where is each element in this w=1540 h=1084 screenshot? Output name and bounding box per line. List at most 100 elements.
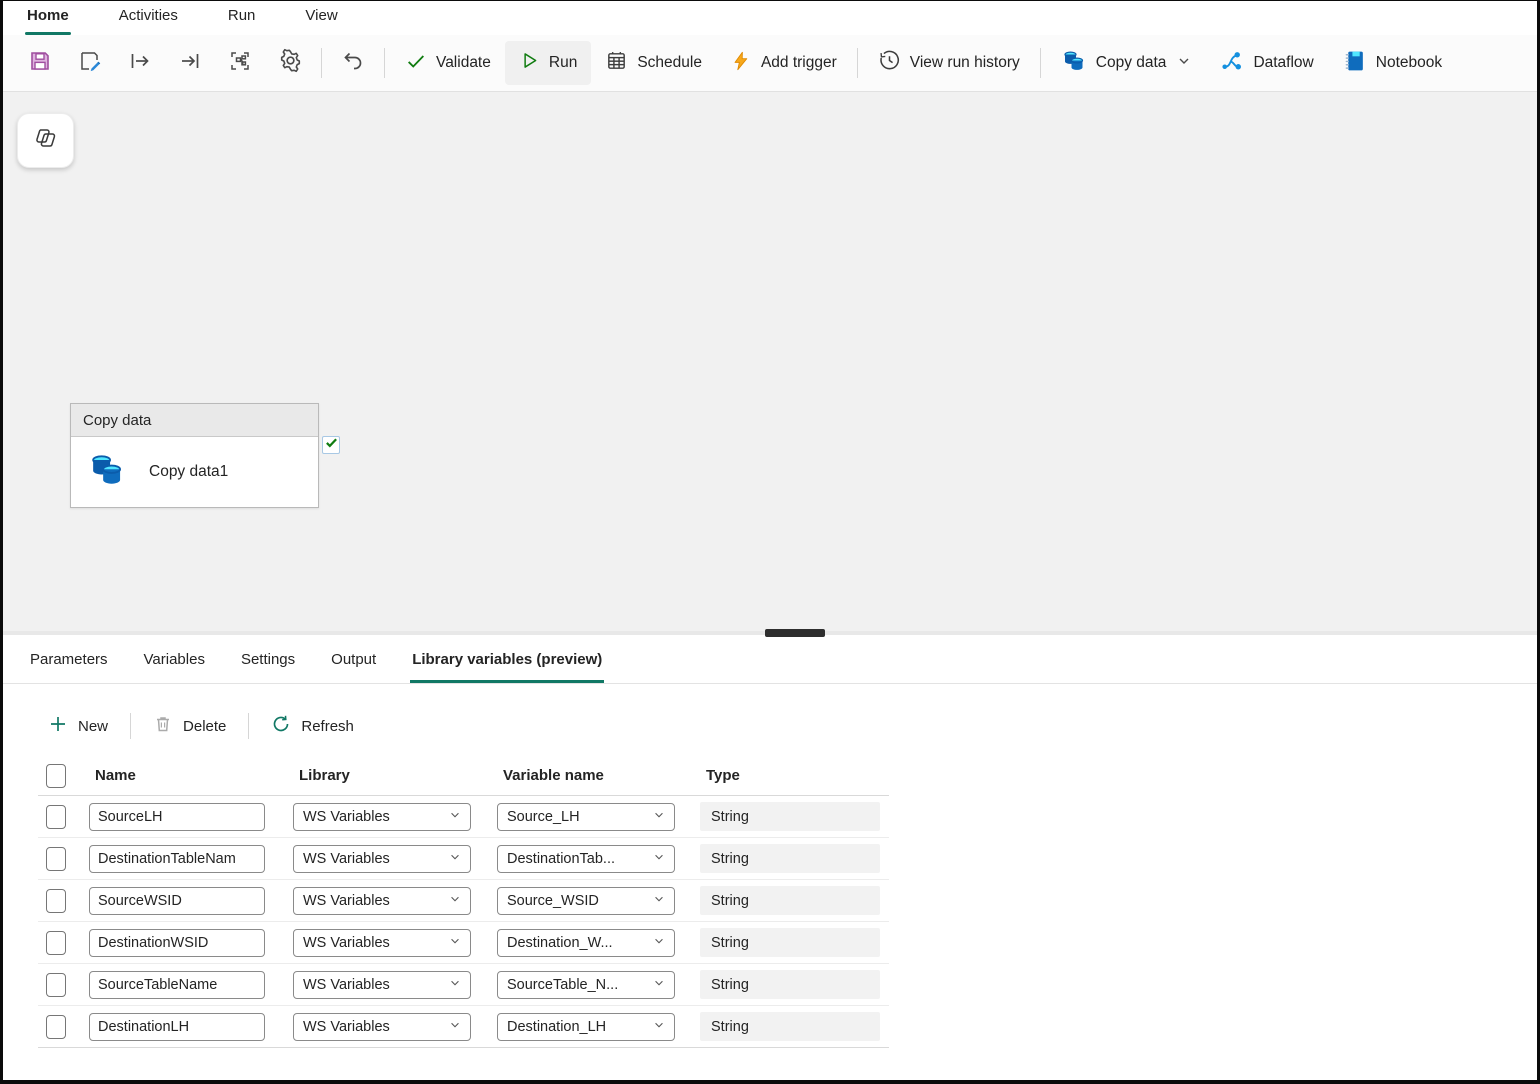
name-input[interactable]	[89, 970, 265, 999]
panel-tab-bar: Parameters Variables Settings Output Library…	[3, 635, 1537, 684]
ribbon-tab-run[interactable]: Run	[226, 5, 258, 35]
variable-name-dropdown[interactable]: Destination_LH	[497, 1012, 675, 1041]
variable-row: WS Variables Destination_W... String	[38, 922, 889, 964]
panel-tab-variables[interactable]: Variables	[142, 635, 207, 683]
copy-data-activity-card[interactable]: Copy data Copy data1	[70, 403, 319, 508]
run-button[interactable]: Run	[504, 41, 592, 85]
splitter-drag-handle[interactable]	[765, 629, 825, 637]
variable-name-dropdown[interactable]: Destination_W...	[497, 928, 675, 957]
panel-tab-parameters[interactable]: Parameters	[28, 635, 110, 683]
view-run-history-label: View run history	[909, 54, 1020, 71]
chevron-down-icon	[653, 851, 665, 867]
type-value: String	[700, 886, 880, 915]
library-dropdown[interactable]: WS Variables	[293, 970, 471, 999]
fit-to-canvas-button[interactable]	[215, 42, 265, 84]
table-header-row: Name Library Variable name Type	[38, 756, 889, 796]
library-dropdown[interactable]: WS Variables	[293, 928, 471, 957]
schedule-button[interactable]: Schedule	[591, 41, 716, 85]
panel-tab-output[interactable]: Output	[329, 635, 378, 683]
export-arrow-icon	[128, 49, 152, 78]
table-body: WS Variables Source_LH String WS Variables D…	[38, 796, 889, 1048]
refresh-button[interactable]: Refresh	[261, 710, 364, 742]
name-input[interactable]	[89, 802, 265, 831]
library-variables-table: Name Library Variable name Type WS Varia…	[38, 756, 889, 1048]
variable-name-dropdown[interactable]: Source_WSID	[497, 886, 675, 915]
variable-row: WS Variables SourceTable_N... String	[38, 964, 889, 1006]
undo-button[interactable]	[328, 42, 378, 84]
library-dropdown-value: WS Variables	[303, 850, 390, 867]
variable-name-dropdown-value: Destination_W...	[507, 934, 613, 951]
name-input[interactable]	[89, 844, 265, 873]
toolbar-divider	[856, 48, 858, 78]
activity-card-body[interactable]: Copy data1	[71, 437, 318, 507]
library-dropdown-value: WS Variables	[303, 892, 390, 909]
save-as-button[interactable]	[65, 42, 115, 84]
dataflow-button[interactable]: Dataflow	[1205, 41, 1327, 85]
delete-label: Delete	[183, 717, 227, 735]
delete-button[interactable]: Delete	[143, 710, 236, 742]
panel-tab-library-variables-preview[interactable]: Library variables (preview)	[410, 635, 605, 683]
schedule-calendar-icon	[605, 49, 628, 77]
refresh-label: Refresh	[301, 717, 354, 735]
row-checkbox[interactable]	[46, 972, 66, 997]
pipeline-canvas[interactable]: Copy data Copy data1	[3, 92, 1537, 631]
save-button[interactable]	[15, 42, 65, 84]
copilot-icon	[31, 123, 61, 158]
import-arrow-icon	[178, 49, 202, 78]
row-checkbox[interactable]	[46, 846, 66, 871]
new-button[interactable]: New	[38, 710, 118, 742]
properties-panel: Parameters Variables Settings Output Library…	[3, 635, 1537, 1048]
copy-data-cylinders-icon	[87, 450, 127, 495]
chevron-down-icon	[653, 935, 665, 951]
row-checkbox[interactable]	[46, 888, 66, 913]
schedule-label: Schedule	[637, 54, 702, 71]
copy-data-label: Copy data	[1095, 54, 1167, 71]
name-input[interactable]	[89, 886, 265, 915]
name-input[interactable]	[89, 928, 265, 957]
activity-selected-checkbox[interactable]	[322, 436, 340, 454]
name-input[interactable]	[89, 1012, 265, 1041]
ribbon-tab-activities[interactable]: Activities	[117, 5, 180, 35]
history-clock-icon	[878, 49, 901, 77]
library-dropdown[interactable]: WS Variables	[293, 802, 471, 831]
ribbon-tab-home[interactable]: Home	[25, 5, 71, 35]
variable-name-dropdown[interactable]: DestinationTab...	[497, 844, 675, 873]
panel-tab-settings[interactable]: Settings	[239, 635, 297, 683]
library-dropdown[interactable]: WS Variables	[293, 844, 471, 873]
variable-name-dropdown-value: SourceTable_N...	[507, 976, 619, 993]
row-checkbox[interactable]	[46, 804, 66, 829]
view-run-history-button[interactable]: View run history	[864, 41, 1034, 85]
ribbon-tab-view[interactable]: View	[303, 5, 339, 35]
variable-name-dropdown[interactable]: SourceTable_N...	[497, 970, 675, 999]
row-checkbox[interactable]	[46, 930, 66, 955]
select-all-checkbox[interactable]	[46, 763, 66, 788]
copy-data-cylinders-icon	[1061, 48, 1087, 79]
validate-button[interactable]: Validate	[391, 41, 505, 85]
chevron-down-icon	[449, 935, 461, 951]
validate-check-icon	[405, 50, 427, 77]
add-trigger-button[interactable]: Add trigger	[716, 41, 851, 85]
variable-row: WS Variables DestinationTab... String	[38, 838, 889, 880]
notebook-label: Notebook	[1375, 54, 1443, 71]
ribbon-tab-bar: Home Activities Run View	[3, 1, 1537, 35]
activity-name-label: Copy data1	[149, 463, 229, 480]
new-label: New	[78, 717, 109, 735]
toolbar-divider	[1039, 48, 1041, 78]
variable-row: WS Variables Source_LH String	[38, 796, 889, 838]
copilot-button[interactable]	[17, 113, 74, 168]
column-header-type: Type	[706, 767, 740, 784]
export-arrow-button[interactable]	[115, 42, 165, 84]
panel-splitter[interactable]	[3, 629, 1537, 637]
copy-data-menu-button[interactable]: Copy data	[1047, 41, 1206, 85]
library-dropdown[interactable]: WS Variables	[293, 1012, 471, 1041]
toolbar-divider	[384, 48, 385, 78]
plus-icon	[48, 714, 68, 738]
run-label: Run	[548, 54, 578, 71]
settings-button[interactable]	[265, 42, 315, 84]
home-toolbar: Validate Run Schedule Add trigger View r…	[3, 35, 1537, 92]
import-arrow-button[interactable]	[165, 42, 215, 84]
variable-name-dropdown[interactable]: Source_LH	[497, 802, 675, 831]
library-dropdown[interactable]: WS Variables	[293, 886, 471, 915]
notebook-button[interactable]: Notebook	[1328, 41, 1456, 85]
row-checkbox[interactable]	[46, 1014, 66, 1039]
